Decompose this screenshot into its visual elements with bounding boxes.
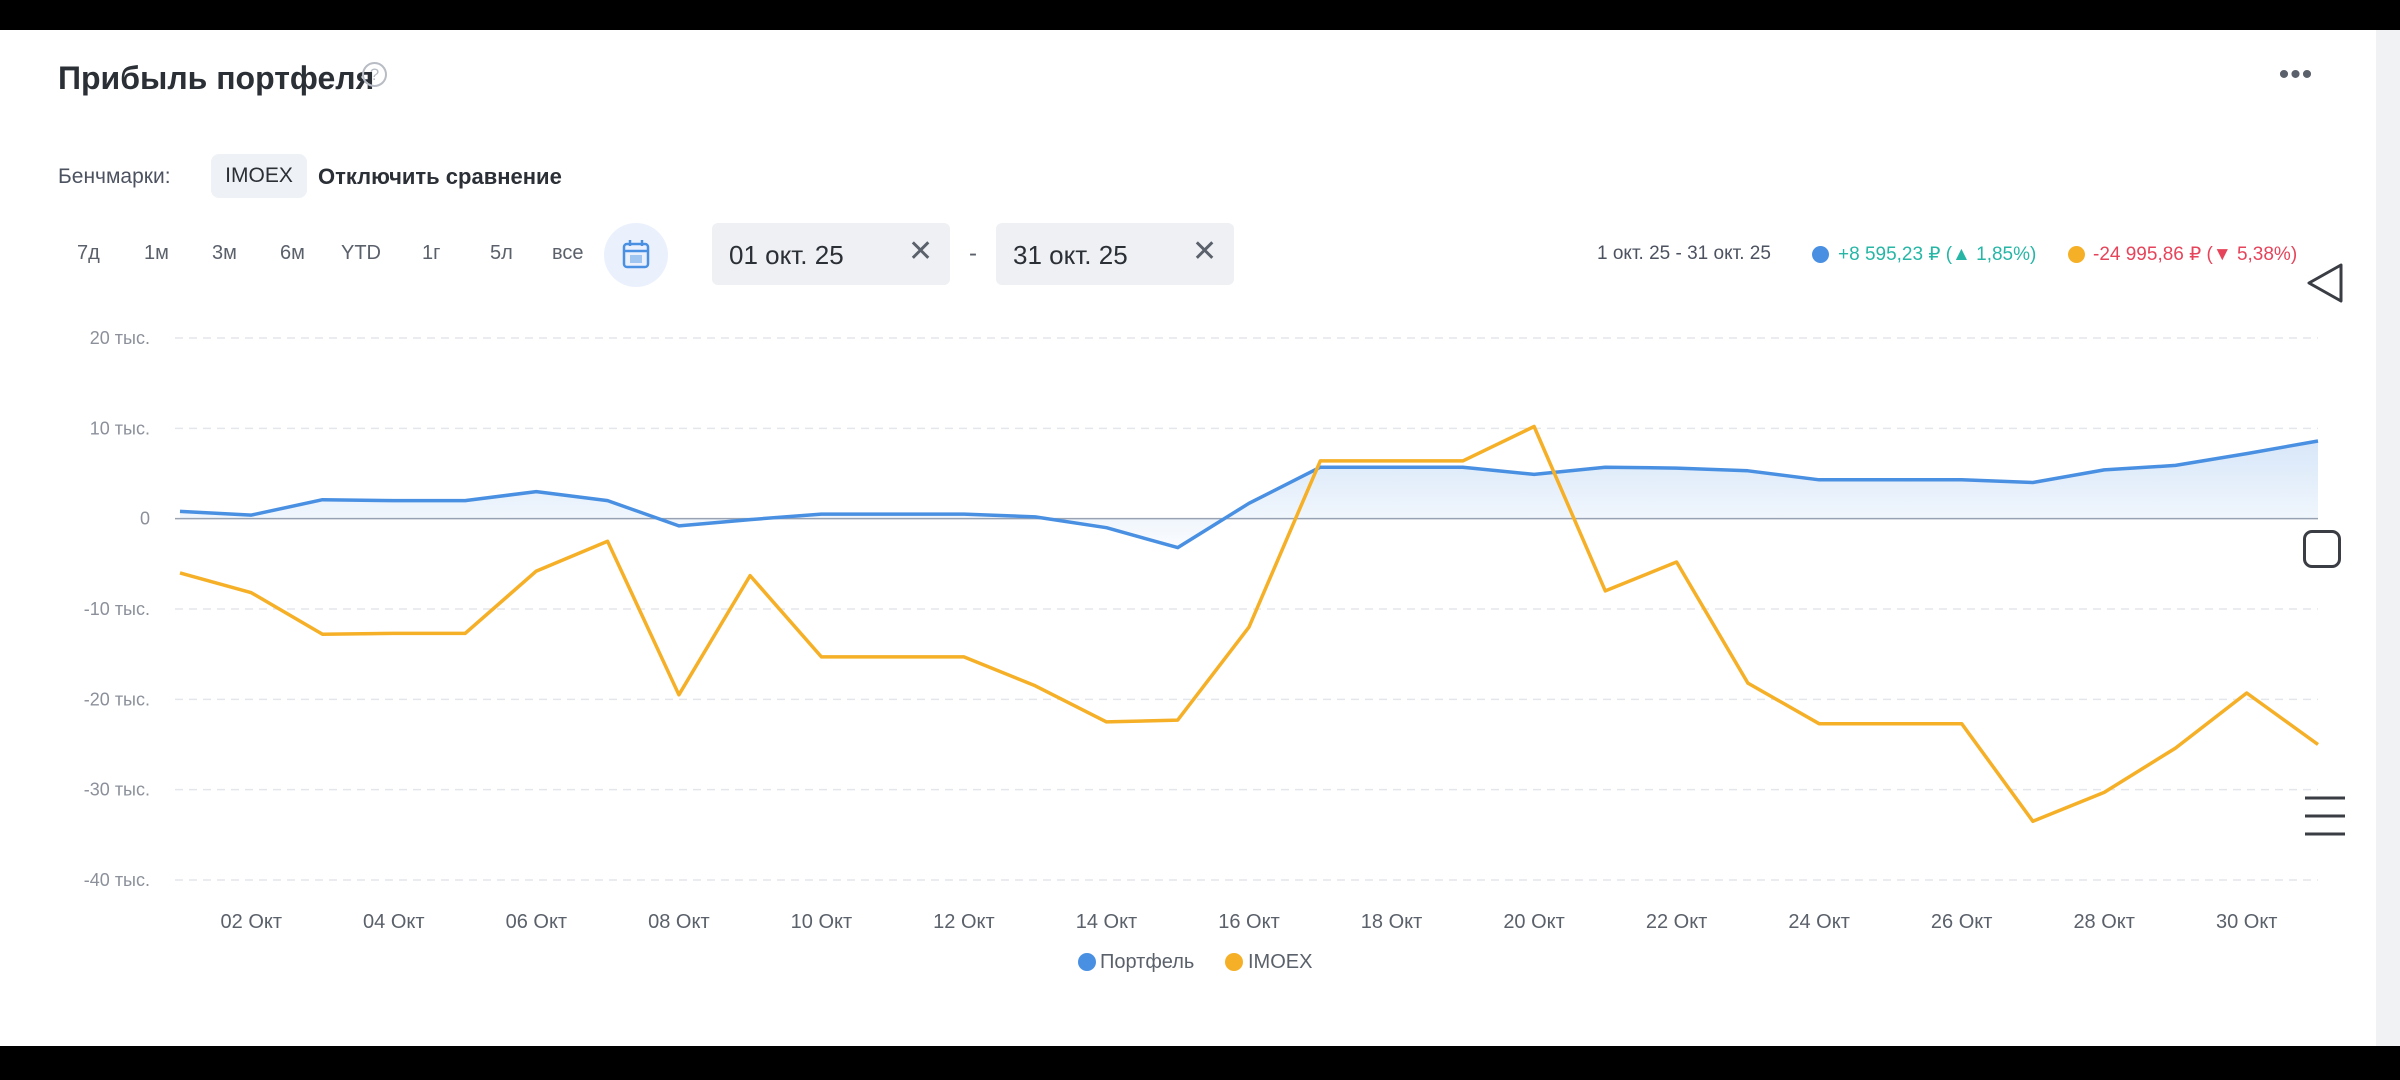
- y-tick-label: -30 тыс.: [84, 780, 150, 800]
- nav-home-icon[interactable]: [2303, 530, 2341, 568]
- grid-lines: [175, 337, 2318, 881]
- y-tick-label: -10 тыс.: [84, 599, 150, 619]
- x-tick-label: 16 Окт: [1218, 911, 1280, 933]
- x-tick-label: 22 Окт: [1646, 911, 1708, 933]
- x-axis-ticks: 02 Окт 04 Окт 06 Окт 08 Окт 10 Окт 12 Окт 14 О…: [221, 911, 2278, 933]
- legend-portfolio[interactable]: Портфель: [1100, 951, 1194, 974]
- nav-recent-apps-icon[interactable]: [2305, 795, 2345, 837]
- legend-imoex-dot-icon: [1225, 953, 1243, 971]
- y-tick-label: 0: [140, 509, 150, 529]
- y-tick-label: -20 тыс.: [84, 689, 150, 709]
- profit-line-chart: 20 тыс. 10 тыс. 0 -10 тыс. -20 тыс. -30 тыс. -…: [84, 328, 2320, 933]
- nav-back-icon[interactable]: [2305, 262, 2345, 304]
- y-axis-ticks: 20 тыс. 10 тыс. 0 -10 тыс. -20 тыс. -30 тыс. -…: [84, 328, 150, 890]
- x-tick-label: 02 Окт: [221, 911, 283, 933]
- legend-portfolio-dot-icon: [1078, 953, 1096, 971]
- x-tick-label: 20 Окт: [1503, 911, 1565, 933]
- x-tick-label: 14 Окт: [1076, 911, 1138, 933]
- x-tick-label: 12 Окт: [933, 911, 995, 933]
- x-tick-label: 28 Окт: [2073, 911, 2135, 933]
- y-tick-label: 20 тыс.: [90, 328, 150, 348]
- x-tick-label: 10 Окт: [791, 911, 853, 933]
- x-tick-label: 08 Окт: [648, 911, 710, 933]
- series-lines: [179, 424, 2320, 824]
- x-tick-label: 30 Окт: [2216, 911, 2278, 933]
- y-tick-label: 10 тыс.: [90, 418, 150, 438]
- portfolio-area: [180, 441, 2318, 548]
- x-tick-label: 06 Окт: [506, 911, 568, 933]
- y-tick-label: -40 тыс.: [84, 870, 150, 890]
- x-tick-label: 04 Окт: [363, 911, 425, 933]
- x-tick-label: 26 Окт: [1931, 911, 1993, 933]
- x-tick-label: 24 Окт: [1788, 911, 1850, 933]
- legend-imoex[interactable]: IMOEX: [1248, 951, 1312, 974]
- bottom-bar: [0, 1046, 2400, 1080]
- x-tick-label: 18 Окт: [1361, 911, 1423, 933]
